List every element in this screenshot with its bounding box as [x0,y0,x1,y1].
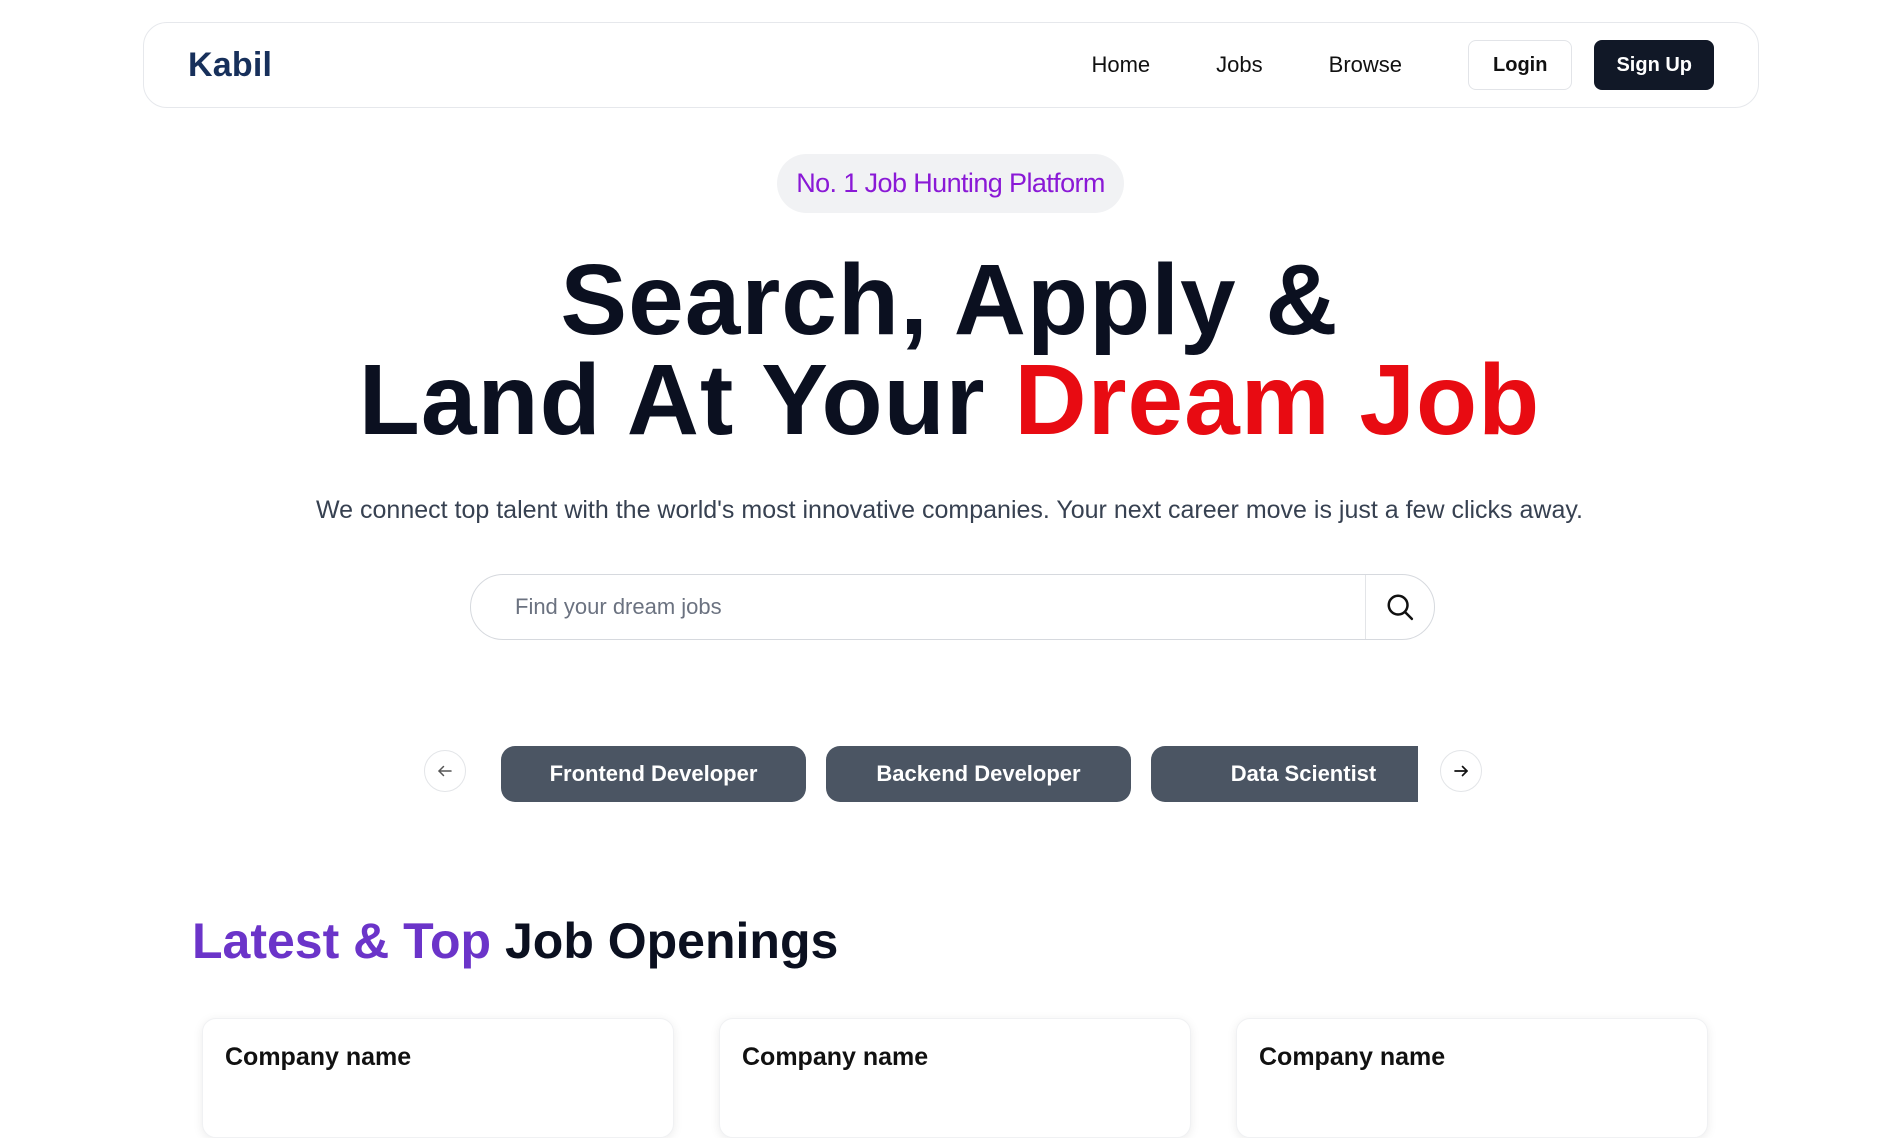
navbar: Kabil Home Jobs Browse Login Sign Up [143,22,1759,108]
platform-badge: No. 1 Job Hunting Platform [777,154,1124,213]
company-name: Company name [225,1043,412,1071]
carousel-next-button[interactable] [1440,750,1482,792]
section-title-plain: Job Openings [491,913,839,969]
hero-title-line2: Land At Your Dream Job [0,350,1899,450]
nav-links: Home Jobs Browse [1091,52,1402,78]
company-name: Company name [742,1043,929,1071]
arrow-left-icon [438,765,452,777]
search-input[interactable] [471,575,1365,639]
search-icon [1387,594,1414,621]
job-card[interactable]: Company name [719,1018,1191,1138]
search-bar [470,574,1435,640]
search-button[interactable] [1365,575,1434,639]
arrow-right-icon [1454,765,1468,777]
section-title: Latest & Top Job Openings [192,912,838,970]
hero-title: Search, Apply & Land At Your Dream Job [0,250,1899,450]
login-button[interactable]: Login [1468,40,1573,90]
nav-link-home[interactable]: Home [1091,52,1150,78]
job-card[interactable]: Company name [202,1018,674,1138]
hero-subtitle: We connect top talent with the world's m… [316,496,1583,524]
category-chip-backend[interactable]: Backend Developer [826,746,1131,802]
hero-title-line2-plain: Land At Your [358,344,1015,456]
signup-button[interactable]: Sign Up [1594,40,1714,90]
logo[interactable]: Kabil [188,46,272,85]
hero-title-accent: Dream Job [1014,344,1541,456]
job-card[interactable]: Company name [1236,1018,1708,1138]
section-title-accent: Latest & Top [192,913,492,969]
category-chip-frontend[interactable]: Frontend Developer [501,746,806,802]
carousel-prev-button[interactable] [424,750,466,792]
company-name: Company name [1259,1043,1446,1071]
nav-link-browse[interactable]: Browse [1329,52,1402,78]
hero-title-line1: Search, Apply & [560,244,1339,356]
category-chip-data-scientist[interactable]: Data Scientist [1151,746,1418,802]
category-carousel: Frontend Developer Backend Developer Dat… [501,746,1418,802]
nav-link-jobs[interactable]: Jobs [1216,52,1262,78]
